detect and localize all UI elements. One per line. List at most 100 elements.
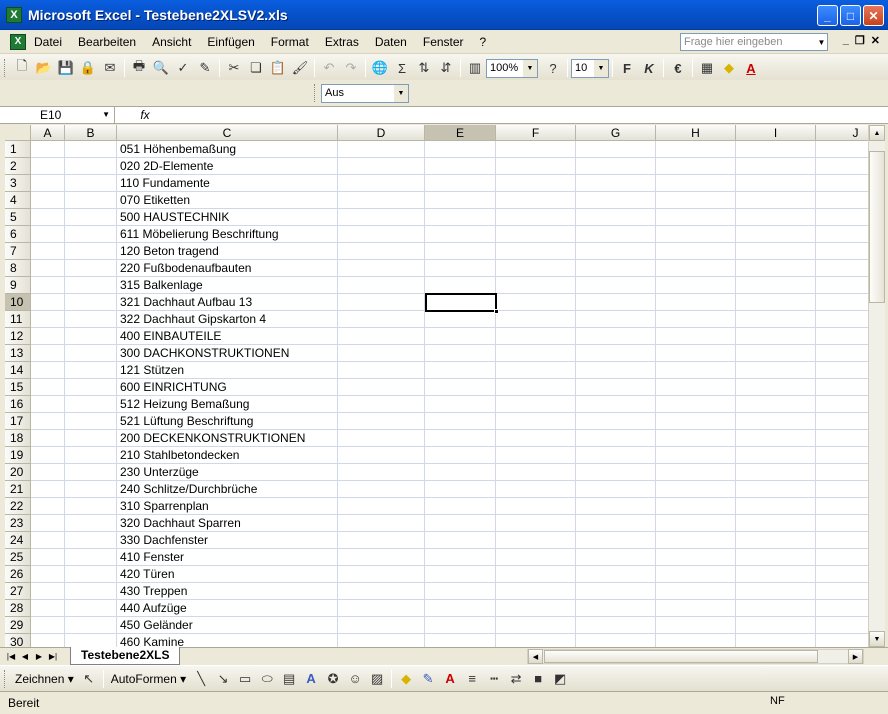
cell-i3[interactable] — [736, 175, 816, 192]
cell-a27[interactable] — [31, 583, 65, 600]
cell-h10[interactable] — [656, 294, 736, 311]
cell-c10[interactable]: 321 Dachhaut Aufbau 13 — [117, 294, 338, 311]
cell-j11[interactable] — [816, 311, 868, 328]
cell-g23[interactable] — [576, 515, 656, 532]
document-icon[interactable]: X — [10, 33, 26, 50]
cell-i30[interactable] — [736, 634, 816, 647]
cell-i20[interactable] — [736, 464, 816, 481]
row-header[interactable]: 4 — [5, 192, 31, 209]
row-header[interactable]: 6 — [5, 226, 31, 243]
undo-icon[interactable]: ↶ — [318, 57, 340, 79]
row-header[interactable]: 7 — [5, 243, 31, 260]
fill-color-icon[interactable]: ◆ — [395, 668, 417, 690]
cell-g28[interactable] — [576, 600, 656, 617]
cell-d29[interactable] — [338, 617, 425, 634]
cell-c30[interactable]: 460 Kamine — [117, 634, 338, 647]
cell-g3[interactable] — [576, 175, 656, 192]
cell-e10[interactable] — [425, 294, 496, 311]
cell-d24[interactable] — [338, 532, 425, 549]
chevron-down-icon[interactable]: ▼ — [815, 33, 828, 51]
cell-d22[interactable] — [338, 498, 425, 515]
autoshapes-button[interactable]: AutoFormen ▾ — [107, 672, 190, 686]
cell-h23[interactable] — [656, 515, 736, 532]
cell-c18[interactable]: 200 DECKENKONSTRUKTIONEN — [117, 430, 338, 447]
cell-e1[interactable] — [425, 141, 496, 158]
cell-c22[interactable]: 310 Sparrenplan — [117, 498, 338, 515]
cell-i1[interactable] — [736, 141, 816, 158]
cell-a1[interactable] — [31, 141, 65, 158]
doc-restore-icon[interactable]: ❐ — [855, 34, 865, 47]
column-header-i[interactable]: I — [736, 125, 816, 141]
cell-e18[interactable] — [425, 430, 496, 447]
cell-h9[interactable] — [656, 277, 736, 294]
cell-f2[interactable] — [496, 158, 576, 175]
cell-i7[interactable] — [736, 243, 816, 260]
cell-f17[interactable] — [496, 413, 576, 430]
cell-d8[interactable] — [338, 260, 425, 277]
cell-b7[interactable] — [65, 243, 117, 260]
paste-icon[interactable]: 📋 — [267, 57, 289, 79]
cell-a25[interactable] — [31, 549, 65, 566]
cell-h3[interactable] — [656, 175, 736, 192]
cell-e11[interactable] — [425, 311, 496, 328]
cell-h12[interactable] — [656, 328, 736, 345]
permission-icon[interactable]: 🔒 — [77, 57, 99, 79]
sheet-tab-testebene2xls[interactable]: Testebene2XLS — [70, 647, 181, 665]
line-style-icon[interactable]: ≡ — [461, 668, 483, 690]
cell-f11[interactable] — [496, 311, 576, 328]
cell-a5[interactable] — [31, 209, 65, 226]
row-header[interactable]: 25 — [5, 549, 31, 566]
cell-f21[interactable] — [496, 481, 576, 498]
column-header-a[interactable]: A — [31, 125, 65, 141]
cell-h19[interactable] — [656, 447, 736, 464]
cell-h6[interactable] — [656, 226, 736, 243]
cell-e2[interactable] — [425, 158, 496, 175]
cell-a6[interactable] — [31, 226, 65, 243]
formula-input[interactable] — [175, 107, 888, 123]
cell-c14[interactable]: 121 Stützen — [117, 362, 338, 379]
cell-g2[interactable] — [576, 158, 656, 175]
column-header-c[interactable]: C — [117, 125, 338, 141]
next-sheet-icon[interactable]: ▶ — [32, 650, 46, 664]
cell-d30[interactable] — [338, 634, 425, 647]
cell-d4[interactable] — [338, 192, 425, 209]
row-header[interactable]: 27 — [5, 583, 31, 600]
cell-h7[interactable] — [656, 243, 736, 260]
cell-h5[interactable] — [656, 209, 736, 226]
autosum-button[interactable]: Σ — [391, 57, 413, 79]
line-icon[interactable]: ╲ — [190, 668, 212, 690]
cell-b25[interactable] — [65, 549, 117, 566]
cell-j4[interactable] — [816, 192, 868, 209]
save-icon[interactable]: 💾 — [55, 57, 77, 79]
ask-question-input[interactable]: Frage hier eingeben — [680, 33, 828, 51]
cell-h4[interactable] — [656, 192, 736, 209]
cell-i13[interactable] — [736, 345, 816, 362]
cell-e6[interactable] — [425, 226, 496, 243]
name-box[interactable]: E10 ▼ — [0, 107, 115, 123]
cell-e7[interactable] — [425, 243, 496, 260]
cell-i17[interactable] — [736, 413, 816, 430]
cell-h28[interactable] — [656, 600, 736, 617]
cell-h1[interactable] — [656, 141, 736, 158]
cut-icon[interactable]: ✂ — [223, 57, 245, 79]
cell-i12[interactable] — [736, 328, 816, 345]
cell-b6[interactable] — [65, 226, 117, 243]
row-header[interactable]: 18 — [5, 430, 31, 447]
cell-d19[interactable] — [338, 447, 425, 464]
cell-e4[interactable] — [425, 192, 496, 209]
cell-d14[interactable] — [338, 362, 425, 379]
cell-j30[interactable] — [816, 634, 868, 647]
print-preview-icon[interactable]: 🔍 — [150, 57, 172, 79]
cell-j28[interactable] — [816, 600, 868, 617]
cell-h15[interactable] — [656, 379, 736, 396]
cell-a30[interactable] — [31, 634, 65, 647]
cell-d17[interactable] — [338, 413, 425, 430]
cell-j27[interactable] — [816, 583, 868, 600]
cell-e26[interactable] — [425, 566, 496, 583]
style-select[interactable]: Aus ▼ — [321, 83, 409, 103]
cell-d25[interactable] — [338, 549, 425, 566]
cell-h17[interactable] — [656, 413, 736, 430]
cell-b4[interactable] — [65, 192, 117, 209]
cell-d2[interactable] — [338, 158, 425, 175]
row-header[interactable]: 11 — [5, 311, 31, 328]
